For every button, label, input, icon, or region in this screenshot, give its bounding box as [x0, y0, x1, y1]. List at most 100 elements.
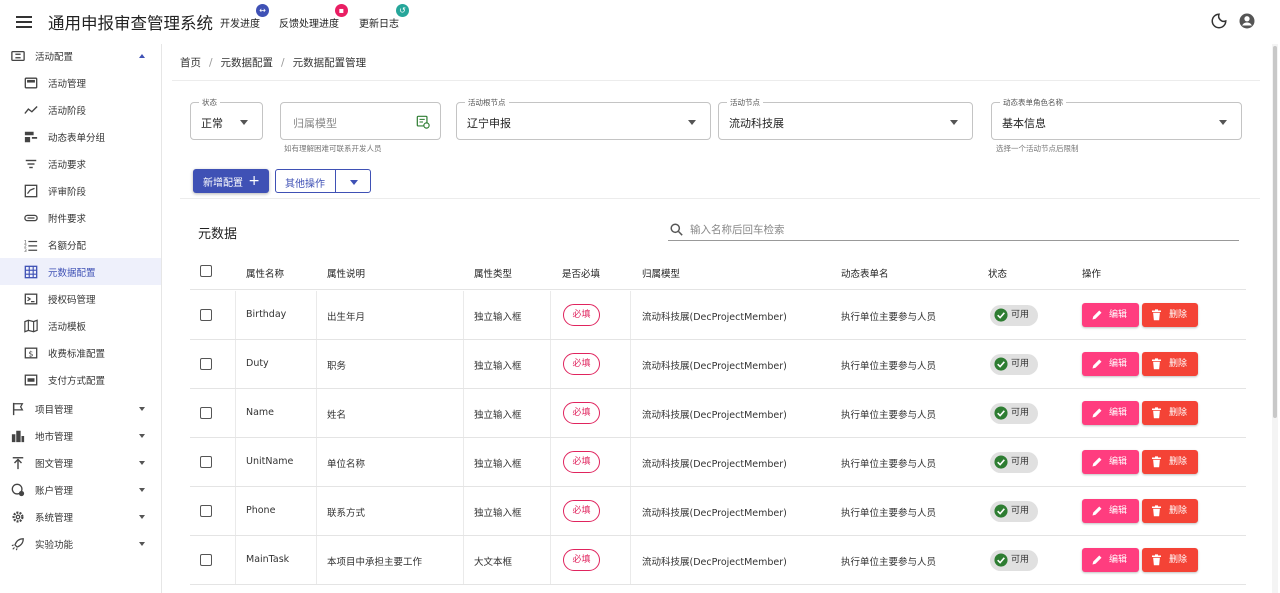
check-circle-icon: [994, 357, 1008, 371]
table-row: Duty 职务 独立输入框 必填 流动科技展(DecProjectMember)…: [190, 340, 1246, 389]
sidebar-item-metadata-config[interactable]: 元数据配置: [0, 258, 161, 285]
form-role-select[interactable]: 动态表单角色名称 基本信息: [991, 97, 1242, 140]
chevron-down-icon: [139, 406, 145, 411]
edit-button[interactable]: 编辑: [1082, 401, 1139, 425]
sidebar-group-label: 实验功能: [35, 539, 74, 551]
column-header[interactable]: 属性说明: [327, 266, 365, 280]
grid-icon: [24, 265, 38, 278]
sidebar-item-payment-method[interactable]: 支付方式配置: [0, 366, 161, 393]
cell-divider: [463, 536, 464, 584]
model-input[interactable]: 归属模型: [280, 102, 441, 140]
edit-button[interactable]: 编辑: [1082, 450, 1139, 474]
pencil-icon: [1092, 506, 1102, 516]
trash-icon: [1152, 309, 1161, 321]
column-header[interactable]: 归属模型: [642, 266, 680, 280]
sidebar-item-activity-manage[interactable]: 活动管理: [0, 69, 161, 96]
nav-link-changelog[interactable]: 更新日志: [359, 15, 399, 30]
delete-button[interactable]: 删除: [1142, 548, 1198, 572]
status-select[interactable]: 状态 正常: [190, 97, 263, 140]
column-header[interactable]: 动态表单名: [841, 266, 889, 280]
table-row: MainTask 本项目中承担主要工作 大文本框 必填 流动科技展(DecPro…: [190, 536, 1246, 585]
sidebar-group-system-manage[interactable]: 系统管理: [0, 503, 161, 530]
delete-button[interactable]: 删除: [1142, 303, 1198, 327]
edit-label: 编辑: [1109, 408, 1128, 418]
root-node-select[interactable]: 活动根节点 辽宁申报: [456, 97, 711, 140]
row-checkbox[interactable]: [200, 309, 212, 321]
sidebar-item-auth-code[interactable]: 授权码管理: [0, 285, 161, 312]
nav-link-feedback-progress[interactable]: 反馈处理进度: [279, 15, 339, 30]
dark-mode-icon[interactable]: [1210, 12, 1228, 30]
status-chip: 可用: [990, 501, 1038, 522]
column-header[interactable]: 是否必填: [562, 266, 600, 280]
sidebar-item-label: 动态表单分组: [48, 132, 106, 144]
row-checkbox[interactable]: [200, 358, 212, 370]
status-chip: 可用: [990, 403, 1038, 424]
cell-divider: [235, 291, 236, 339]
search-field[interactable]: [668, 219, 1239, 241]
breadcrumb-current: 元数据配置管理: [292, 57, 367, 69]
row-checkbox[interactable]: [200, 505, 212, 517]
column-header[interactable]: 属性类型: [474, 266, 512, 280]
model-picker-icon[interactable]: [416, 115, 430, 129]
sidebar-group-city-manage[interactable]: 地市管理: [0, 422, 161, 449]
node-select[interactable]: 活动节点 流动科技展: [718, 97, 973, 140]
cell-divider: [463, 487, 464, 535]
delete-button[interactable]: 删除: [1142, 450, 1198, 474]
payment-icon: [24, 374, 38, 385]
menu-icon[interactable]: [14, 13, 34, 31]
svg-text:$: $: [28, 349, 33, 358]
row-checkbox[interactable]: [200, 407, 212, 419]
cell-divider: [316, 487, 317, 535]
breadcrumb-metadata-config[interactable]: 元数据配置: [221, 57, 274, 69]
cell-name: Name: [246, 407, 275, 418]
sidebar-item-activity-template[interactable]: 活动模板: [0, 312, 161, 339]
other-actions-button[interactable]: 其他操作: [275, 169, 371, 193]
column-header[interactable]: 状态: [988, 266, 1007, 280]
form-group-icon: [24, 131, 38, 142]
cell-model: 流动科技展(DecProjectMember): [642, 410, 787, 421]
edit-label: 编辑: [1109, 555, 1128, 565]
sidebar-item-attachment-requirements[interactable]: 附件要求: [0, 204, 161, 231]
check-circle-icon: [994, 455, 1008, 469]
search-input[interactable]: [690, 220, 1230, 240]
cell-model: 流动科技展(DecProjectMember): [642, 508, 787, 519]
account-circle-icon[interactable]: [1238, 12, 1256, 30]
delete-button[interactable]: 删除: [1142, 352, 1198, 376]
edit-button[interactable]: 编辑: [1082, 548, 1139, 572]
row-checkbox[interactable]: [200, 554, 212, 566]
delete-button[interactable]: 删除: [1142, 499, 1198, 523]
column-header[interactable]: 属性名称: [246, 266, 284, 280]
add-config-button[interactable]: 新增配置 +: [193, 169, 269, 193]
check-circle-icon: [994, 504, 1008, 518]
cell-type: 独立输入框: [474, 361, 522, 372]
breadcrumb-home[interactable]: 首页: [180, 57, 201, 69]
sidebar-group-activity-config[interactable]: 活动配置: [0, 42, 161, 69]
sidebar-item-review-stage[interactable]: 评审阶段: [0, 177, 161, 204]
chevron-down-icon[interactable]: [350, 180, 358, 185]
cell-divider: [316, 340, 317, 388]
form-role-select-value: 基本信息: [1002, 117, 1046, 130]
sidebar-item-label: 元数据配置: [48, 267, 96, 279]
row-checkbox[interactable]: [200, 456, 212, 468]
sidebar-item-activity-stage[interactable]: 活动阶段: [0, 96, 161, 123]
nav-link-dev-progress[interactable]: 开发进度: [220, 15, 260, 30]
sidebar-item-quota-allocation[interactable]: 123 名额分配: [0, 231, 161, 258]
sidebar-group-media-manage[interactable]: 图文管理: [0, 449, 161, 476]
required-chip: 必填: [563, 500, 600, 522]
delete-button[interactable]: 删除: [1142, 401, 1198, 425]
nav-link-label: 反馈处理进度: [279, 19, 339, 30]
sidebar-item-fee-standard[interactable]: $ 收费标准配置: [0, 339, 161, 366]
sidebar-group-experimental[interactable]: 实验功能: [0, 530, 161, 557]
dropdown-arrow-icon: [1219, 120, 1227, 125]
sidebar-group-project-manage[interactable]: 项目管理: [0, 395, 161, 422]
review-icon: [24, 184, 38, 197]
cell-divider: [235, 487, 236, 535]
select-all-checkbox[interactable]: [200, 265, 212, 277]
edit-button[interactable]: 编辑: [1082, 499, 1139, 523]
sidebar-group-account-manage[interactable]: 账户管理: [0, 476, 161, 503]
edit-button[interactable]: 编辑: [1082, 303, 1139, 327]
sidebar-item-form-group[interactable]: 动态表单分组: [0, 123, 161, 150]
sidebar-item-activity-requirements[interactable]: 活动要求: [0, 150, 161, 177]
edit-button[interactable]: 编辑: [1082, 352, 1139, 376]
scrollbar-thumb[interactable]: [1273, 46, 1277, 418]
